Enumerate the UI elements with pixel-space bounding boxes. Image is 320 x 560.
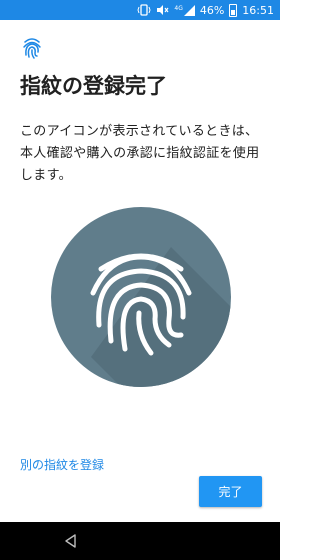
fingerprint-icon (23, 38, 41, 59)
mute-icon (156, 4, 169, 16)
register-another-fingerprint-button[interactable]: 別の指紋を登録 (14, 450, 110, 479)
page-title: 指紋の登録完了 (20, 74, 167, 98)
page-description: このアイコンが表示されているときは、本人確認や購入の承認に指紋認証を使用します。 (20, 124, 260, 183)
clock: 16:51 (242, 3, 274, 17)
status-bar: 4G 46% 16:51 (0, 0, 280, 20)
vibrate-icon (137, 4, 151, 16)
signal-icon: 4G (174, 4, 195, 16)
navigation-bar (0, 522, 280, 560)
back-icon[interactable] (64, 534, 78, 548)
battery-icon (229, 3, 238, 17)
done-button[interactable]: 完了 (199, 476, 262, 507)
battery-percent: 46% (199, 3, 225, 17)
network-type-label: 4G (174, 4, 183, 12)
fingerprint-illustration-icon (51, 207, 231, 387)
